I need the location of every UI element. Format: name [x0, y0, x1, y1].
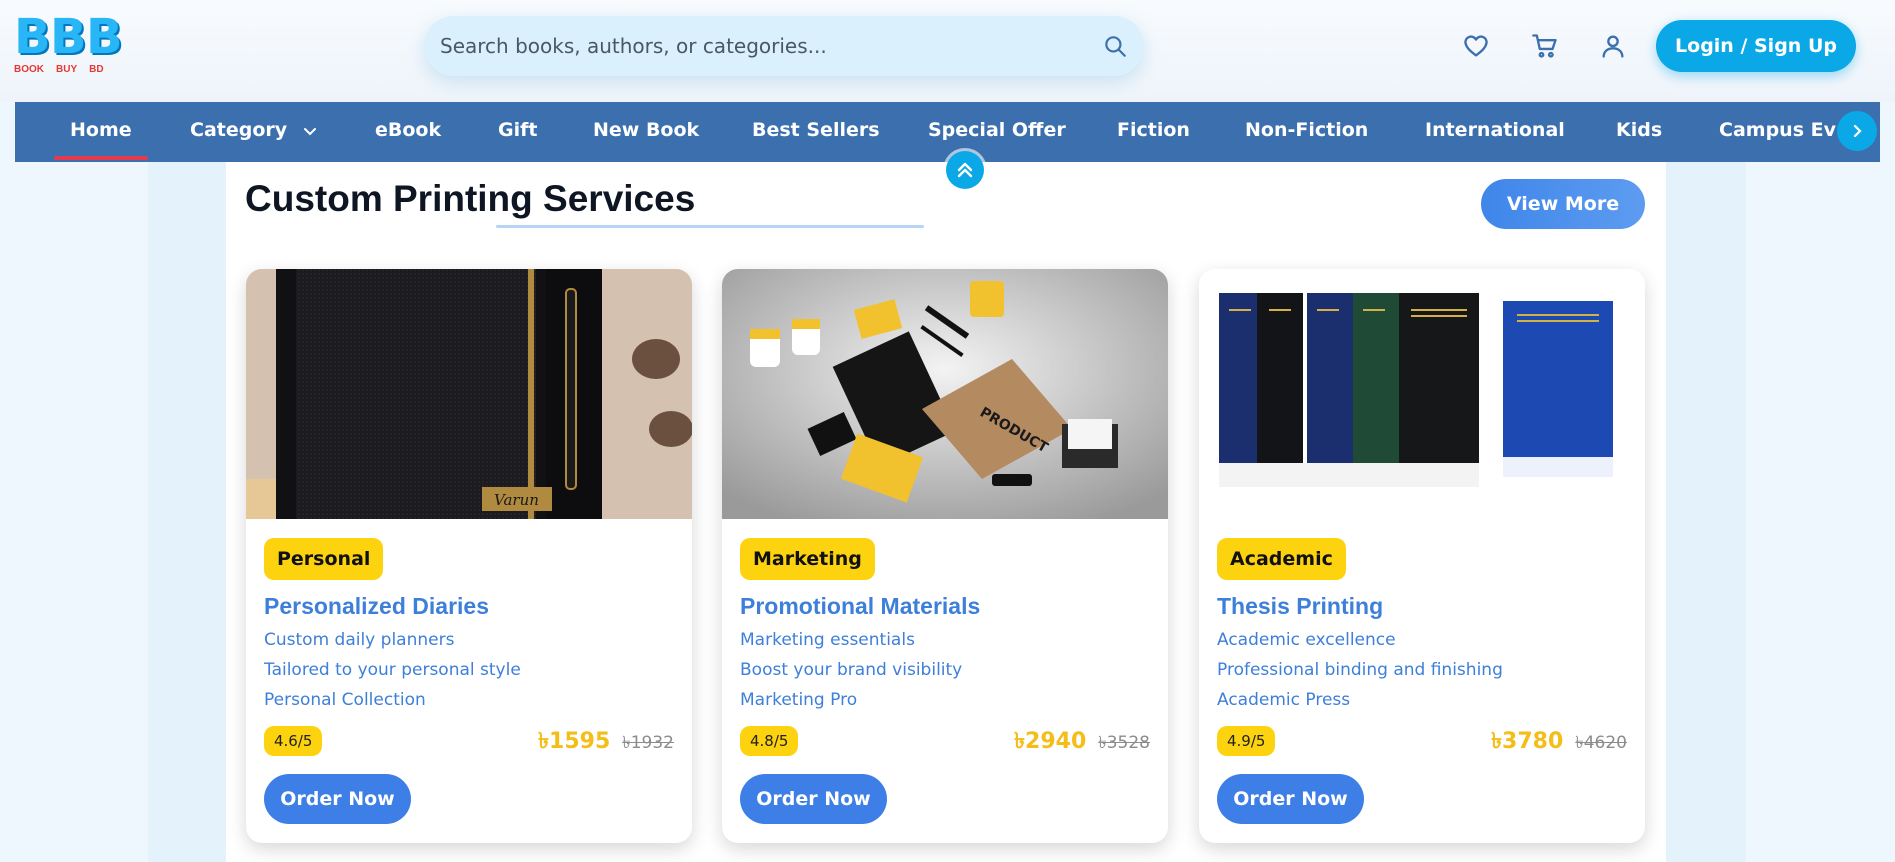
category-badge: Academic	[1217, 538, 1346, 580]
product-card[interactable]: PRODUCT Marketing Promotional Materials …	[722, 269, 1168, 843]
original-price: ৳1932	[622, 733, 674, 753]
price-group: ৳1595 ৳1932	[538, 724, 674, 761]
nav-item-international[interactable]: International	[1425, 102, 1565, 162]
nav-item-home[interactable]: Home	[54, 102, 148, 162]
order-now-button[interactable]: Order Now	[264, 774, 411, 824]
product-title[interactable]: Promotional Materials	[740, 593, 980, 620]
price-group: ৳2940 ৳3528	[1014, 724, 1150, 761]
site-logo[interactable]: B B B BOOK BUY BD	[14, 9, 123, 80]
nav-item-kids[interactable]: Kids	[1616, 102, 1662, 162]
search-bar	[424, 16, 1144, 76]
search-input[interactable]	[440, 16, 1080, 76]
nav-scroll-next-button[interactable]	[1837, 111, 1877, 151]
product-subtitle: Custom daily planners	[264, 630, 455, 650]
logo-letter: B	[86, 9, 123, 65]
category-badge: Marketing	[740, 538, 875, 580]
order-now-button[interactable]: Order Now	[1217, 774, 1364, 824]
product-collection: Personal Collection	[264, 690, 426, 710]
product-subtitle: Academic excellence	[1217, 630, 1396, 650]
double-chevron-up-icon	[957, 162, 973, 178]
original-price: ৳4620	[1575, 733, 1627, 753]
rating-badge: 4.8/5	[740, 726, 799, 756]
logo-words: BOOK BUY BD	[14, 64, 122, 75]
scroll-to-top-button[interactable]	[946, 151, 984, 189]
user-icon[interactable]	[1599, 32, 1627, 60]
login-signup-button[interactable]: Login / Sign Up	[1656, 20, 1856, 72]
original-price: ৳3528	[1098, 733, 1150, 753]
logo-letters: B B B	[14, 9, 123, 65]
view-more-button[interactable]: View More	[1481, 179, 1645, 229]
product-description: Tailored to your personal style	[264, 660, 521, 680]
site-header: B B B BOOK BUY BD Login / Sign Up	[0, 0, 1895, 102]
logo-word: BUY	[56, 64, 78, 75]
main-nav: Home Category eBook Gift New Book Best S…	[15, 102, 1880, 162]
product-collection: Academic Press	[1217, 690, 1351, 710]
chevron-right-icon	[1853, 124, 1862, 138]
nav-item-special-offer[interactable]: Special Offer	[928, 102, 1066, 162]
product-title[interactable]: Thesis Printing	[1217, 593, 1383, 620]
product-card[interactable]: Varun Personal Personalized Diaries Cust…	[246, 269, 692, 843]
chevron-down-icon	[303, 127, 316, 135]
price-group: ৳3780 ৳4620	[1491, 724, 1627, 761]
section-title: Custom Printing Services	[245, 178, 696, 219]
product-card[interactable]: Academic Thesis Printing Academic excell…	[1199, 269, 1645, 843]
current-price: ৳3780	[1491, 729, 1564, 754]
nav-item-fiction[interactable]: Fiction	[1117, 102, 1190, 162]
title-underline	[496, 225, 924, 228]
product-image[interactable]	[1199, 269, 1645, 519]
product-description: Professional binding and finishing	[1217, 660, 1503, 680]
nav-item-campus-events[interactable]: Campus Ev	[1719, 102, 1836, 162]
current-price: ৳2940	[1014, 729, 1087, 754]
nav-item-ebook[interactable]: eBook	[375, 102, 441, 162]
product-subtitle: Marketing essentials	[740, 630, 915, 650]
product-description: Boost your brand visibility	[740, 660, 963, 680]
nav-item-category[interactable]: Category	[190, 102, 318, 162]
search-icon[interactable]	[1102, 33, 1128, 59]
nav-item-non-fiction[interactable]: Non-Fiction	[1245, 102, 1368, 162]
logo-word: BOOK	[14, 64, 44, 75]
product-image[interactable]: Varun	[246, 269, 692, 519]
engraved-name: Varun	[494, 491, 539, 509]
category-badge: Personal	[264, 538, 384, 580]
logo-word: BD	[89, 64, 104, 75]
rating-badge: 4.9/5	[1217, 726, 1276, 756]
nav-item-best-sellers[interactable]: Best Sellers	[752, 102, 880, 162]
product-title[interactable]: Personalized Diaries	[264, 593, 489, 620]
logo-letter: B	[50, 9, 87, 65]
order-now-button[interactable]: Order Now	[740, 774, 887, 824]
product-image[interactable]: PRODUCT	[722, 269, 1168, 519]
cart-icon[interactable]	[1531, 32, 1559, 60]
product-collection: Marketing Pro	[740, 690, 858, 710]
nav-item-gift[interactable]: Gift	[498, 102, 537, 162]
rating-badge: 4.6/5	[264, 726, 323, 756]
logo-letter: B	[14, 9, 51, 65]
heart-icon[interactable]	[1462, 32, 1490, 60]
current-price: ৳1595	[538, 729, 611, 754]
nav-item-label: Category	[190, 119, 288, 141]
nav-item-new-book[interactable]: New Book	[593, 102, 699, 162]
